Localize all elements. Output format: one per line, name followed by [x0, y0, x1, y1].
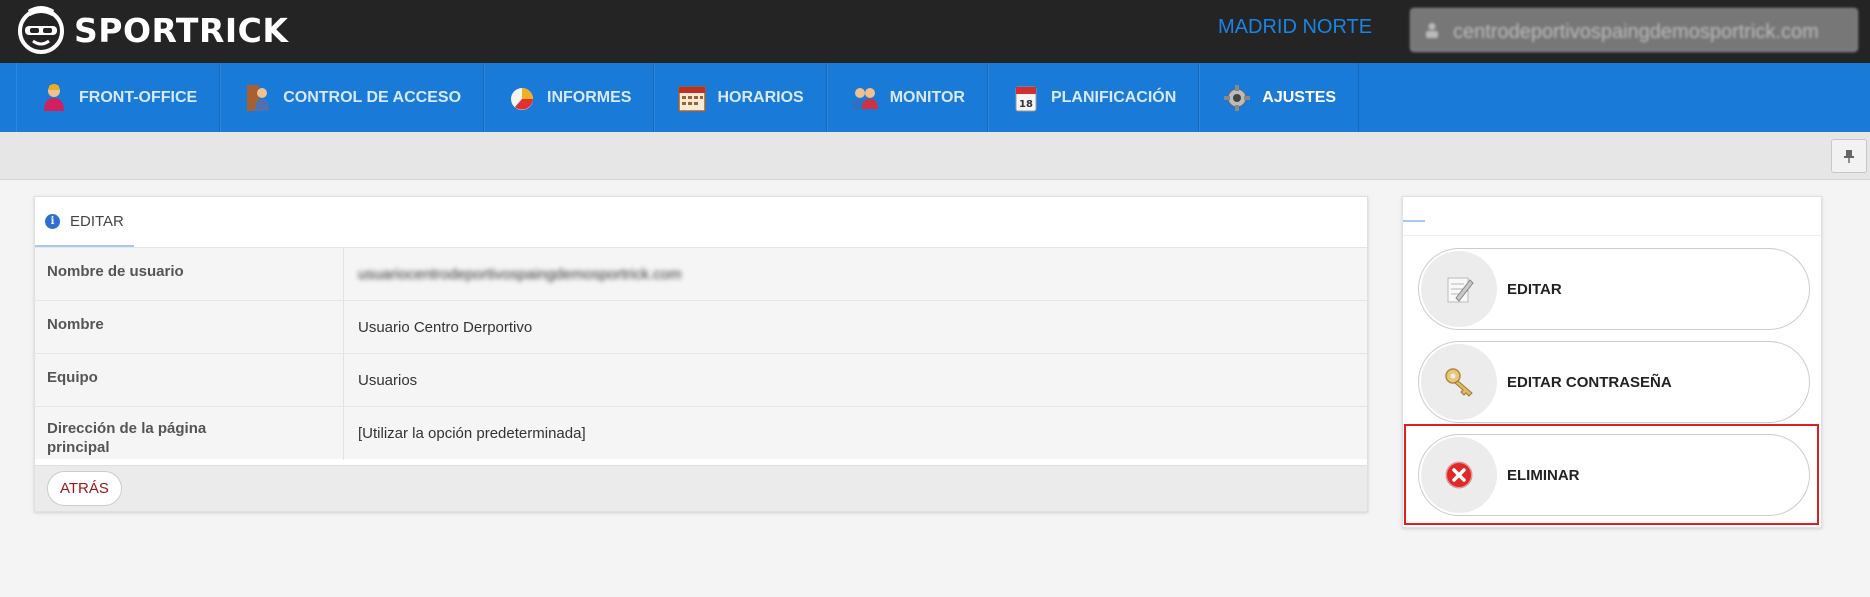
nav-item-control-de-acceso[interactable]: CONTROL DE ACCESO [220, 63, 485, 132]
back-button[interactable]: ATRÁS [47, 471, 122, 506]
detail-row-username: Nombre de usuario usuariocentrodeportivo… [35, 247, 1367, 301]
toolbar [0, 132, 1870, 180]
calendar-grid-icon [678, 85, 707, 112]
nav-item-label: HORARIOS [717, 88, 804, 106]
key-icon [1445, 368, 1473, 397]
row-value: usuariocentrodeportivospaingdemosportric… [358, 266, 682, 283]
detail-row-name: Nombre Usuario Centro Derportivo [35, 300, 1367, 354]
user-details-panel: i EDITAR Nombre de usuario usuariocentro… [34, 196, 1368, 512]
row-label: Equipo [47, 369, 98, 386]
top-bar: SPORTRICK MADRID NORTE centrodeportivosp… [0, 0, 1870, 63]
user-menu[interactable]: centrodeportivospaingdemosportrick.com [1410, 8, 1858, 52]
gear-icon [1224, 84, 1251, 111]
row-label: Nombre de usuario [47, 263, 184, 280]
detail-row-team: Equipo Usuarios [35, 353, 1367, 407]
brand-name: SPORTRICK [74, 10, 289, 50]
nav-item-horarios[interactable]: HORARIOS [654, 63, 827, 132]
calendar-icon: 18 [1015, 86, 1037, 111]
row-value: [Utilizar la opción predeterminada] [358, 425, 586, 442]
main-nav: FRONT-OFFICE CONTROL DE ACCESO INFORMES [0, 63, 1870, 132]
nav-item-planificacion[interactable]: 18 PLANIFICACIÓN [987, 63, 1200, 132]
user-email: centrodeportivospaingdemosportrick.com [1453, 21, 1819, 43]
edit-button[interactable]: EDITAR [1418, 248, 1810, 330]
person-icon [44, 83, 64, 111]
panel-footer: ATRÁS [35, 465, 1367, 511]
row-label: Dirección de la página principal [47, 420, 207, 456]
people-icon [851, 87, 878, 109]
pie-chart-icon [511, 87, 534, 110]
detail-row-homepage: Dirección de la página principal [Utiliz… [35, 406, 1367, 460]
action-label: EDITAR [1507, 280, 1562, 298]
pin-icon [1844, 150, 1854, 163]
nav-item-ajustes[interactable]: AJUSTES [1199, 63, 1360, 132]
edit-document-icon [1447, 277, 1474, 303]
action-label: EDITAR CONTRASEÑA [1507, 373, 1672, 391]
info-icon: i [45, 213, 60, 229]
nav-item-label: AJUSTES [1262, 88, 1337, 106]
pin-button[interactable] [1831, 139, 1867, 173]
nav-item-label: MONITOR [889, 88, 965, 106]
tab-editar[interactable]: i EDITAR [35, 197, 134, 247]
site-name[interactable]: MADRID NORTE [1218, 16, 1372, 39]
row-value: Usuarios [358, 372, 418, 389]
row-value: Usuario Centro Derportivo [358, 319, 533, 336]
nav-item-front-office[interactable]: FRONT-OFFICE [16, 63, 221, 132]
logo[interactable]: SPORTRICK [16, 4, 288, 56]
delete-highlight [1404, 424, 1819, 525]
edit-password-button[interactable]: EDITAR CONTRASEÑA [1418, 341, 1810, 423]
nav-item-label: INFORMES [547, 88, 632, 106]
access-control-icon [247, 84, 270, 111]
nav-item-label: CONTROL DE ACCESO [283, 88, 462, 106]
user-icon [1426, 23, 1438, 38]
nav-item-label: PLANIFICACIÓN [1050, 88, 1177, 106]
row-label: Nombre [47, 316, 104, 333]
nav-item-informes[interactable]: INFORMES [484, 63, 655, 132]
tab-label: EDITAR [70, 212, 124, 230]
actions-tab[interactable] [1403, 197, 1425, 222]
nav-item-label: FRONT-OFFICE [79, 88, 198, 106]
svg-text:18: 18 [1019, 99, 1033, 110]
logo-icon [18, 6, 64, 54]
nav-item-monitor[interactable]: MONITOR [826, 63, 988, 132]
